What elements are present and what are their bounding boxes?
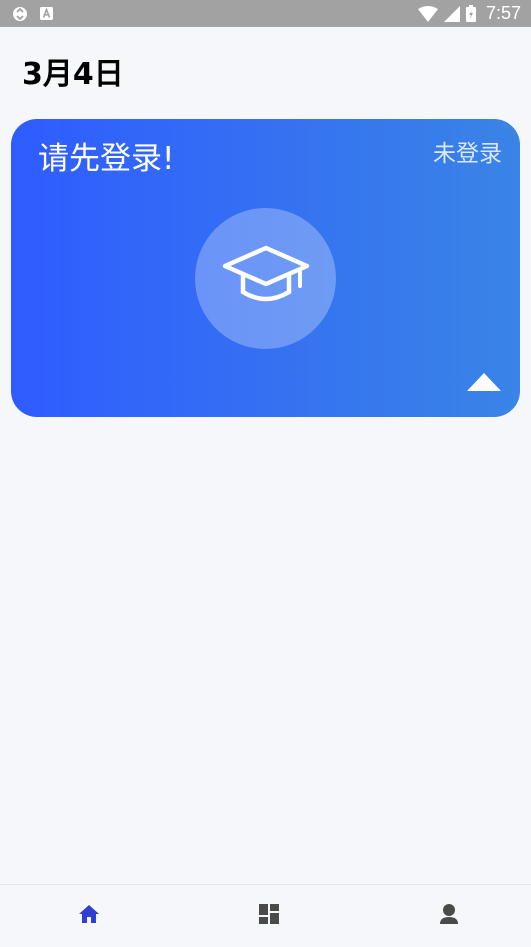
triangle-up-icon [466,372,502,396]
battery-icon [465,5,476,22]
dashboard-icon [258,903,280,929]
signal-icon [443,5,460,22]
card-title: 请先登录! [38,141,175,177]
login-status-label: 未登录 [433,141,502,167]
wifi-icon [417,5,438,22]
login-card[interactable]: 请先登录! 未登录 [11,119,520,417]
nav-item-dashboard[interactable] [257,904,281,928]
expand-toggle-button[interactable] [466,372,502,396]
bottom-nav [0,884,531,947]
sync-icon [12,6,28,22]
status-bar-right: 7:57 [417,3,521,24]
graduation-cap-icon [221,242,311,316]
a-badge-icon [40,7,53,20]
status-bar: 7:57 [0,0,531,27]
nav-item-home[interactable] [77,904,101,928]
status-time: 7:57 [485,3,521,23]
home-icon [78,904,100,928]
status-bar-left [12,6,53,22]
user-icon [439,903,459,929]
nav-item-profile[interactable] [437,904,461,928]
avatar[interactable] [195,208,336,349]
page-title-date: 3月4日 [22,57,124,92]
